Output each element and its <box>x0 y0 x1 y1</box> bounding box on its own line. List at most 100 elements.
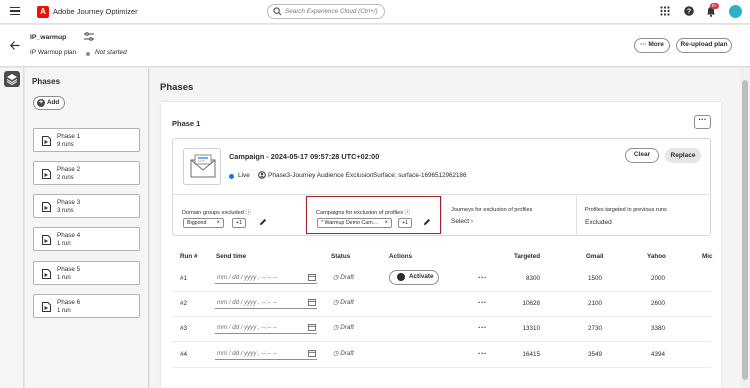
scrollbar-thumb[interactable] <box>742 80 748 380</box>
row-divider <box>172 367 711 368</box>
col-gmail: Gmail <box>586 253 604 260</box>
status-text: Draft <box>340 274 354 281</box>
more-button[interactable]: ··· More <box>634 38 670 53</box>
status-text: Draft <box>340 324 354 331</box>
apps-grid-icon[interactable] <box>660 6 670 16</box>
replace-button[interactable]: Replace <box>665 148 701 163</box>
clear-button[interactable]: Clear <box>625 148 659 163</box>
send-time-input[interactable]: mm / dd / yyyy , --:-- -- <box>215 296 317 309</box>
campaign-audience: Phase3-Journey Audience Exclusion <box>268 172 374 179</box>
phases-panel-title: Phases <box>32 77 61 86</box>
status-badge: ◷ Draft <box>333 324 354 331</box>
settings-sliders-icon[interactable] <box>84 32 94 41</box>
phase-card-6[interactable]: Phase 6 1 run <box>33 294 140 318</box>
phase-runs: 3 runs <box>57 208 74 214</box>
targeted-value: 13310 <box>522 325 540 332</box>
app-name[interactable]: Adobe Journey Optimizer <box>53 7 138 16</box>
divider <box>441 195 442 235</box>
phase-name: Phase 2 <box>57 166 81 173</box>
activate-button[interactable]: Activate <box>389 270 439 285</box>
date-placeholder: mm / dd / yyyy , --:-- -- <box>217 324 277 331</box>
col-targeted: Targeted <box>514 253 541 260</box>
top-bar: A Adobe Journey Optimizer Search Experie… <box>0 0 750 24</box>
domain-groups-label-text: Domain groups excluded <box>182 210 244 216</box>
calendar-icon[interactable] <box>308 298 316 306</box>
adobe-logo-icon[interactable]: A <box>37 6 49 18</box>
phase-card-2[interactable]: Phase 2 2 runs <box>33 161 140 185</box>
send-time-input[interactable]: mm / dd / yyyy , --:-- -- <box>215 347 317 360</box>
phase-card-4[interactable]: Phase 4 1 run <box>33 227 140 251</box>
phase-runs: 2 runs <box>57 175 74 181</box>
row-more-icon[interactable]: ··· <box>478 298 487 307</box>
calendar-icon[interactable] <box>308 323 316 331</box>
menu-icon[interactable] <box>10 7 20 15</box>
status-text: Draft <box>340 299 354 306</box>
phase-runs: 1 run <box>57 241 71 247</box>
search-input[interactable]: Search Experience Cloud (Ctrl+/) <box>267 4 385 19</box>
journeys-select[interactable]: Select › <box>451 218 473 225</box>
email-send-icon <box>42 269 51 279</box>
status-dot <box>86 52 90 56</box>
domain-tag[interactable]: Bigpond × <box>183 218 224 228</box>
info-icon[interactable]: ⓘ <box>245 210 251 216</box>
campaign-more-tag[interactable]: +1 <box>398 218 412 228</box>
send-time-input[interactable]: mm / dd / yyyy , --:-- -- <box>215 321 317 334</box>
targeted-value: 16415 <box>522 351 540 358</box>
send-time-input[interactable]: mm / dd / yyyy , --:-- -- <box>215 271 317 284</box>
campaigns-exclusion-label-text: Campaigns for exclusion of profiles <box>316 210 404 216</box>
email-send-icon <box>42 235 51 245</box>
campaign-tag[interactable]: * Warmup Demo Cam... × <box>317 218 392 228</box>
gmail-value: 1500 <box>587 275 602 282</box>
run-number: #1 <box>180 275 188 282</box>
campaign-surface: Surface: surface-1696512962186 <box>373 172 467 179</box>
email-envelope-icon <box>183 148 221 185</box>
audience-icon <box>258 171 266 179</box>
journeys-select-label: Select <box>451 218 470 225</box>
row-more-icon[interactable]: ··· <box>478 349 487 358</box>
phase-card-3[interactable]: Phase 3 3 runs <box>33 194 140 218</box>
phase-card-1[interactable]: Phase 1 9 runs <box>33 128 140 152</box>
gmail-value: 2730 <box>587 325 602 332</box>
phase-card-5[interactable]: Phase 5 1 run <box>33 261 140 285</box>
edit-pencil-icon[interactable] <box>423 218 431 226</box>
campaign-tag-label: * Warmup Demo Cam... <box>321 220 378 226</box>
journeys-exclusion-label: Journeys for exclusion of profiles <box>451 207 533 213</box>
phase-name: Phase 5 <box>57 266 81 273</box>
divider <box>576 195 577 235</box>
status-badge: ◷ Draft <box>333 274 354 281</box>
phase-more-actions-button[interactable]: ··· <box>694 115 711 129</box>
edit-pencil-icon[interactable] <box>259 218 267 226</box>
add-icon: + <box>37 99 45 107</box>
info-icon[interactable]: ⓘ <box>405 210 411 216</box>
live-status-dot <box>229 174 234 179</box>
add-phase-button[interactable]: + Add <box>33 96 65 110</box>
email-send-icon <box>42 169 51 179</box>
yahoo-value: 4394 <box>650 351 665 358</box>
phase-runs: 1 run <box>57 308 71 314</box>
avatar[interactable] <box>729 5 742 18</box>
layers-icon[interactable] <box>4 71 20 87</box>
calendar-icon[interactable] <box>308 273 316 281</box>
reupload-plan-button[interactable]: Re-upload plan <box>676 38 732 53</box>
date-placeholder: mm / dd / yyyy , --:-- -- <box>217 350 277 357</box>
plan-name: IP_warmup <box>30 34 67 41</box>
row-more-icon[interactable]: ··· <box>478 323 487 332</box>
more-label: More <box>648 41 664 48</box>
svg-text:?: ? <box>687 9 691 16</box>
remove-tag-icon[interactable]: × <box>384 219 388 227</box>
phase-runs: 1 run <box>57 275 71 281</box>
col-actions: Actions <box>389 253 413 260</box>
run-number: #3 <box>180 325 188 332</box>
remove-tag-icon[interactable]: × <box>216 219 220 227</box>
row-more-icon[interactable]: ··· <box>478 273 487 282</box>
domain-groups-label: Domain groups excluded ⓘ <box>182 208 251 216</box>
status-text: Draft <box>340 350 354 357</box>
calendar-icon[interactable] <box>308 349 316 357</box>
targeted-value: 10628 <box>522 300 540 307</box>
back-arrow-icon[interactable] <box>10 41 20 50</box>
help-icon[interactable]: ? <box>684 6 694 16</box>
domain-more-tag[interactable]: +1 <box>232 218 246 228</box>
row-divider <box>172 341 711 342</box>
phase-name: Phase 3 <box>57 199 81 206</box>
date-placeholder: mm / dd / yyyy , --:-- -- <box>217 299 277 306</box>
